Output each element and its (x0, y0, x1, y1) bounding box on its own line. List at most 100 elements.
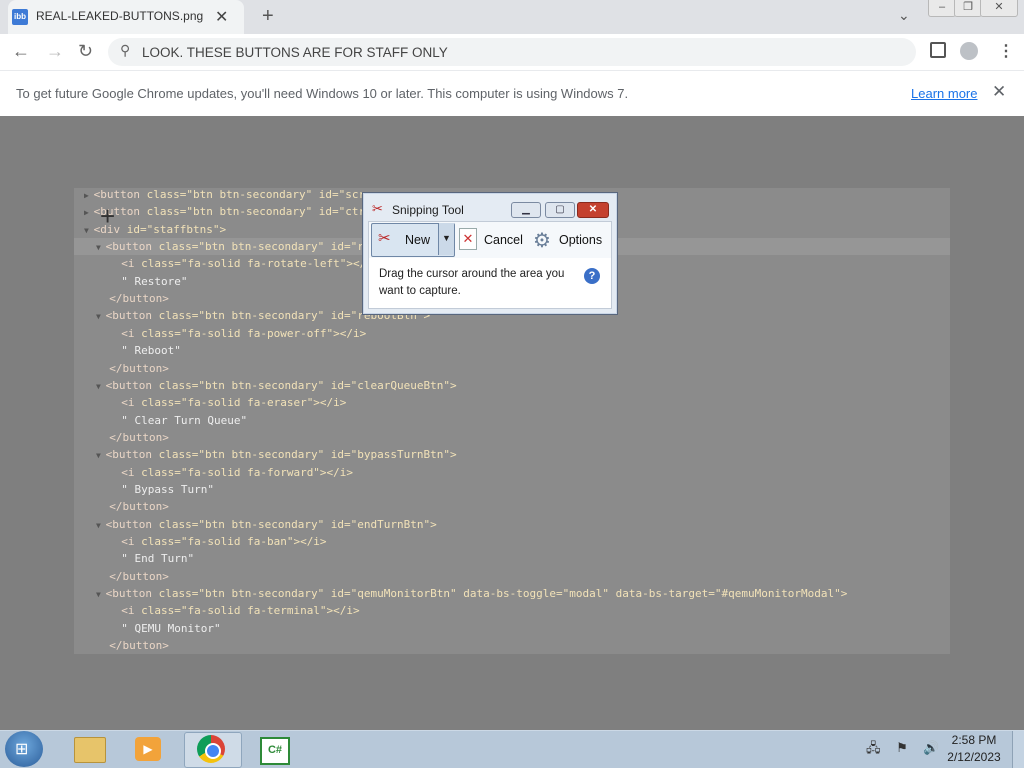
code-attrs: class="fa-solid fa-ban"></i> (141, 535, 327, 548)
snip-maximize-button[interactable]: ▢ (545, 202, 575, 218)
tray-network-volume-icons[interactable]: 🖧 ⚑ 🔊 (866, 739, 946, 761)
code-line: ▼ <button class="btn btn-secondary" id="… (96, 446, 457, 463)
code-attrs: class="btn btn-secondary" id="scr (146, 188, 366, 201)
tab-favicon-icon: ibb (12, 9, 28, 25)
code-text: " Clear Turn Queue" (121, 413, 248, 427)
code-line: <i class="fa-solid fa-rotate-left"></ (108, 255, 366, 272)
code-line: ▶ <button class="btn btn-secondary" id="… (84, 203, 365, 220)
expand-arrow-icon[interactable]: ▼ (96, 312, 106, 321)
code-line: ▼ <button class="btn btn-secondary" id="… (96, 238, 364, 255)
expand-arrow-icon[interactable]: ▶ (84, 191, 94, 200)
code-tag: <button (105, 448, 159, 462)
code-line: " Bypass Turn" (108, 481, 214, 498)
code-tag: <button (105, 309, 159, 323)
code-tag: <i (121, 326, 142, 340)
code-attrs: class="fa-solid fa-power-off"></i> (141, 326, 367, 340)
tab-search-chevron-icon[interactable]: ⌄ (898, 7, 910, 24)
window-restore-button[interactable]: ❐ (954, 0, 982, 17)
window-minimize-button[interactable]: – (928, 0, 956, 17)
code-attrs: class="btn btn-secondary" id="clearQueue… (158, 378, 457, 392)
code-text: " End Turn" (121, 552, 195, 566)
csharp-icon: C# (260, 737, 290, 765)
expand-arrow-icon[interactable]: ▶ (84, 208, 94, 217)
code-tag: <i (121, 604, 142, 618)
snipping-tool-scissors-icon: ✂ (372, 201, 383, 216)
help-icon[interactable]: ? (584, 268, 600, 284)
code-line: <i class="fa-solid fa-terminal"></i> (108, 602, 359, 619)
options-gear-icon[interactable]: ⚙ (533, 228, 551, 253)
code-line: " End Turn" (108, 550, 194, 567)
code-line: ▼ <button class="btn btn-secondary" id="… (96, 377, 457, 394)
expand-arrow-icon[interactable]: ▼ (96, 590, 106, 599)
cancel-button[interactable]: Cancel (484, 233, 523, 247)
code-tag: <i (121, 465, 142, 479)
chrome-icon-center (205, 743, 221, 759)
code-attrs: class="btn btn-secondary" id="endTurnBtn… (158, 517, 437, 531)
snipping-tool-title: Snipping Tool (392, 203, 464, 217)
snip-close-button[interactable]: ✕ (577, 202, 609, 218)
clock-date[interactable]: 2/12/2023 (944, 750, 1004, 764)
code-line: " Clear Turn Queue" (108, 412, 247, 429)
forward-arrow-icon[interactable]: → (46, 41, 64, 62)
snip-minimize-button[interactable]: ▁ (511, 202, 541, 218)
snip-instruction-text: Drag the cursor around the area you want… (379, 268, 565, 297)
omnibox-text[interactable]: LOOK. THESE BUTTONS ARE FOR STAFF ONLY (142, 45, 448, 60)
code-tag: <i (121, 257, 142, 271)
code-attrs: class="btn btn-secondary" id="r (158, 240, 364, 254)
new-snip-scissors-icon: ✂ (378, 230, 391, 247)
tab-title: REAL-LEAKED-BUTTONS.png (8 (36, 9, 206, 23)
expand-arrow-icon[interactable]: ▼ (96, 243, 106, 252)
code-attrs: id="staffbtns"> (126, 222, 227, 236)
code-text: " QEMU Monitor" (121, 621, 221, 635)
code-tag: <button (105, 240, 159, 254)
code-tag: </button> (109, 500, 169, 514)
expand-arrow-icon[interactable]: ▼ (96, 382, 106, 391)
back-arrow-icon[interactable]: ← (12, 41, 30, 62)
learn-more-link[interactable]: Learn more (911, 86, 977, 101)
profile-avatar-icon[interactable] (960, 42, 978, 60)
code-text: " Bypass Turn" (121, 482, 214, 496)
code-line: </button> (96, 429, 169, 446)
reload-icon[interactable]: ↻ (78, 41, 93, 62)
window-close-button[interactable]: ✕ (980, 0, 1018, 17)
media-player-icon: ▶ (135, 737, 161, 761)
code-line: ▼ <button class="btn btn-secondary" id="… (96, 585, 847, 602)
kebab-menu-icon[interactable]: ⋮ (998, 41, 1014, 61)
infobar-message: To get future Google Chrome updates, you… (16, 86, 629, 101)
side-panel-icon[interactable] (930, 42, 946, 58)
windows-logo-icon: ⊞ (15, 741, 29, 758)
code-tag: </button> (109, 430, 169, 444)
new-snip-label: New (405, 233, 431, 247)
code-attrs: class="fa-solid fa-rotate-left"></ (141, 257, 367, 271)
code-line: <i class="fa-solid fa-forward"></i> (108, 464, 353, 481)
show-desktop-button[interactable] (1012, 731, 1024, 768)
infobar-close-icon[interactable]: ✕ (992, 82, 1006, 102)
code-tag: </button> (109, 639, 169, 653)
code-line: <i class="fa-solid fa-power-off"></i> (108, 325, 366, 342)
expand-arrow-icon[interactable]: ▼ (96, 521, 106, 530)
code-text: " Restore" (121, 274, 188, 288)
code-attrs: class="fa-solid fa-eraser"></i> (141, 396, 347, 410)
cancel-x-icon[interactable]: ✕ (459, 228, 477, 250)
new-snip-dropdown-icon[interactable]: ▼ (438, 223, 454, 255)
code-line: </button> (96, 360, 169, 377)
clock-time[interactable]: 2:58 PM (948, 733, 1000, 747)
tab-close-icon[interactable]: ✕ (215, 7, 228, 27)
code-attrs: class="btn btn-secondary" id="bypassTurn… (158, 448, 457, 462)
options-button[interactable]: Options (559, 233, 602, 247)
code-line: <i class="fa-solid fa-ban"></i> (108, 533, 327, 550)
code-tag: </button> (109, 292, 169, 306)
search-icon: ⚲ (120, 42, 131, 58)
code-tag: <button (105, 517, 159, 531)
crosshair-cursor-icon: + (100, 201, 116, 231)
expand-arrow-icon[interactable]: ▼ (84, 226, 94, 235)
code-tag: </button> (109, 361, 169, 375)
new-tab-button[interactable]: + (262, 5, 274, 28)
code-line: " Reboot" (108, 342, 181, 359)
code-line: ▼ <button class="btn btn-secondary" id="… (96, 516, 437, 533)
expand-arrow-icon[interactable]: ▼ (96, 451, 106, 460)
code-line: " Restore" (108, 273, 187, 290)
code-attrs: class="fa-solid fa-forward"></i> (141, 465, 354, 479)
code-attrs: class="btn btn-secondary" id="ctr (146, 205, 366, 219)
code-attrs: class="btn btn-secondary" id="qemuMonito… (158, 587, 848, 601)
